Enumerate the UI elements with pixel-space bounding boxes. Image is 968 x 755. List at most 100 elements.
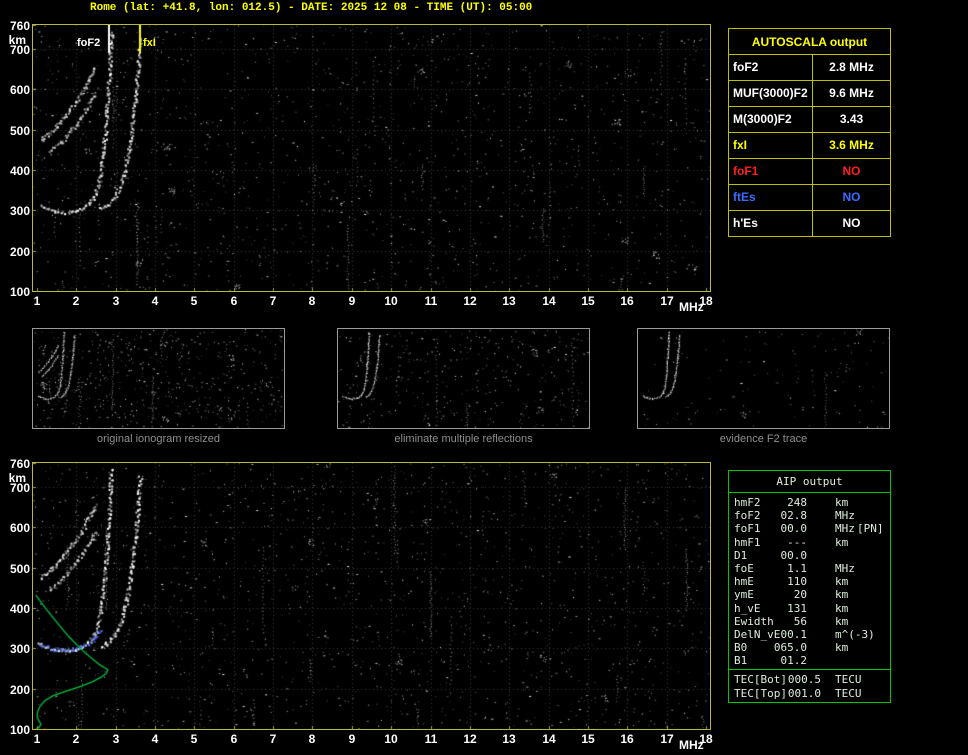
param-value: 110 (787, 575, 807, 589)
param-unit: km (835, 601, 849, 615)
param-value: 20 (793, 588, 807, 602)
aip-table-header: AIP output (729, 471, 890, 493)
param-label: foF1 (729, 159, 813, 184)
table-row: ftEs NO (729, 184, 890, 210)
axis-tick-label: 7 (269, 732, 277, 746)
axis-tick-label: 16 (620, 732, 634, 746)
axis-tick-label: 9 (348, 732, 356, 746)
axis-tick-label: 14 (542, 294, 556, 308)
axis-tick-label: 500 (9, 124, 30, 138)
thumb-eliminate-reflections (337, 328, 590, 429)
axis-tick-label: 100 (9, 723, 30, 737)
table-row: TEC[Top] 001.0 TECU (729, 687, 890, 700)
table-row: foE 1.1 MHz (729, 562, 890, 575)
axis-tick-label: 400 (9, 602, 30, 616)
param-value: 065.0 (773, 641, 807, 655)
axis-tick-label: 10 (384, 732, 398, 746)
axis-tick-label: 14 (542, 732, 556, 746)
profile-ionogram-canvas (33, 463, 710, 729)
table-row: DelN_vE 00.1 m^(-3) (729, 628, 890, 641)
param-label: foF2 (729, 55, 813, 80)
param-unit: km (835, 496, 849, 509)
axis-tick-label: 15 (581, 294, 595, 308)
param-label: MUF(3000)F2 (729, 81, 813, 106)
param-unit: m^(-3) (835, 627, 875, 641)
axis-tick-label: 12 (463, 732, 477, 746)
axis-tick-label: 9 (348, 294, 356, 308)
param-unit: km (835, 641, 849, 655)
param-value: 00.1 (780, 627, 808, 641)
table-row: M(3000)F2 3.43 (729, 106, 890, 132)
thumb-caption-eliminate: eliminate multiple reflections (394, 433, 533, 445)
table-row: h'Es NO (729, 210, 890, 236)
param-value: 9.6 MHz (829, 86, 874, 100)
aip-output-table: AIP output hmF2 248 km foF2 02.8 MHz foF1 00.… (728, 470, 891, 703)
param-value: 3.6 MHz (829, 138, 874, 152)
axis-tick-label: 7 (269, 294, 277, 308)
thumb-original-canvas (33, 329, 284, 428)
fxI-marker-label: fxI (143, 37, 156, 49)
param-label: M(3000)F2 (729, 107, 813, 132)
axis-tick-label: 2 (72, 732, 80, 746)
param-value: 3.43 (839, 112, 864, 126)
param-unit: TECU (835, 686, 862, 700)
param-extra: [PN] (857, 522, 884, 536)
axis-tick-label: 700 (9, 481, 30, 495)
param-value: 1.1 (787, 561, 807, 575)
table-row: hmF2 248 km (729, 496, 890, 509)
param-value: --- (787, 535, 807, 549)
axis-tick-label: 18 (699, 732, 713, 746)
axis-tick-label: 2 (72, 294, 80, 308)
param-label: fxI (729, 133, 813, 158)
autoscala-table-header: AUTOSCALA output (751, 35, 868, 49)
param-value: 248 (787, 496, 807, 509)
table-row: MUF(3000)F2 9.6 MHz (729, 80, 890, 106)
thumb-caption-evidence: evidence F2 trace (719, 433, 808, 445)
axis-tick-label: 10 (384, 294, 398, 308)
axis-tick-label: 300 (9, 642, 30, 656)
table-row: D1 00.0 (729, 549, 890, 562)
param-unit: MHz (835, 561, 855, 575)
axis-tick-label: 12 (463, 294, 477, 308)
thumb-caption-original: original ionogram resized (97, 433, 220, 445)
axis-tick-label: 600 (9, 83, 30, 97)
axis-tick-label: 600 (9, 521, 30, 535)
table-row: fxI 3.6 MHz (729, 132, 890, 158)
axis-tick-label: 4 (151, 732, 159, 746)
aip-tec-section: TEC[Bot] 000.5 TECU TEC[Top] 001.0 TECU (729, 669, 890, 701)
param-value: 56 (793, 614, 807, 628)
table-row: B1 01.2 (729, 654, 890, 667)
axis-tick-label: 5 (190, 732, 198, 746)
axis-tick-label: 300 (9, 204, 30, 218)
axis-tick-label: 4 (151, 294, 159, 308)
table-row: hmF1 --- km (729, 536, 890, 549)
table-row: foF2 2.8 MHz (729, 54, 890, 80)
param-unit: MHz (835, 509, 855, 523)
param-unit: km (835, 535, 849, 549)
thumb-original-ionogram (32, 328, 285, 429)
param-label: h'Es (729, 211, 813, 236)
param-value: 00.0 (780, 522, 808, 536)
axis-tick-label: 3 (112, 294, 120, 308)
table-row: Ewidth 56 km (729, 615, 890, 628)
axis-tick-label: 100 (9, 285, 30, 299)
thumb-evidence-canvas (638, 329, 889, 428)
axis-tick-label: 200 (9, 245, 30, 259)
foF2-marker-label: foF2 (77, 37, 101, 49)
axis-tick-label: 760 (9, 457, 30, 471)
thumb-evidence-f2-trace (637, 328, 890, 429)
axis-tick-label: 400 (9, 164, 30, 178)
param-value: NO (842, 216, 861, 230)
table-row: TEC[Bot] 000.5 TECU (729, 673, 890, 686)
param-value: 001.0 (787, 686, 821, 700)
thumb-eliminate-canvas (338, 329, 589, 428)
axis-tick-label: 200 (9, 683, 30, 697)
axis-tick-label: 5 (190, 294, 198, 308)
param-value: 131 (787, 601, 807, 615)
axis-tick-label: 8 (308, 732, 316, 746)
page-title: Rome (lat: +41.8, lon: 012.5) - DATE: 20… (90, 2, 533, 14)
param-value: 02.8 (780, 509, 808, 523)
table-row: h_vE 131 km (729, 602, 890, 615)
axis-tick-label: 700 (9, 43, 30, 57)
axis-tick-label: 17 (660, 294, 674, 308)
